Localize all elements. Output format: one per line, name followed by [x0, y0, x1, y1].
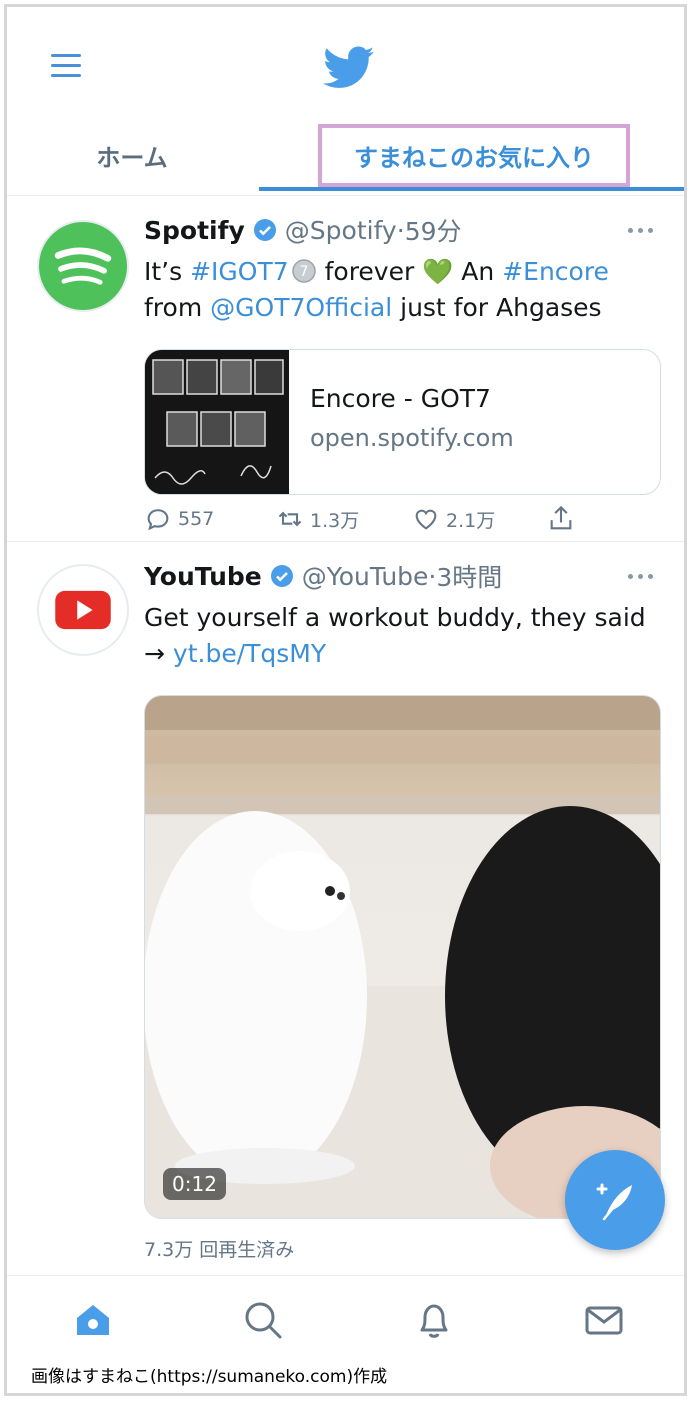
tweet-spotify[interactable]: Spotify @Spotify · 59分 It’s #IGOT7 7 fore… [7, 196, 684, 542]
like-button[interactable]: 2.1万 [412, 505, 547, 533]
timestamp[interactable]: 59分 [405, 212, 462, 248]
video-duration-badge: 0:12 [163, 1168, 226, 1200]
reply-button[interactable]: 557 [144, 505, 276, 533]
retweet-count: 1.3万 [310, 509, 360, 532]
search-icon [245, 1302, 282, 1339]
nav-search[interactable] [243, 1300, 283, 1340]
nav-messages[interactable] [584, 1300, 624, 1340]
tab-favorites-label: すまねこのお気に入り [318, 123, 630, 187]
verified-badge-icon [270, 565, 293, 587]
mention-got7official[interactable]: @GOT7Official [210, 293, 392, 322]
header: ホーム すまねこのお気に入り [7, 7, 684, 196]
bell-icon [420, 1304, 448, 1338]
tweet-header: Spotify @Spotify · 59分 [144, 212, 658, 248]
youtube-logo-icon [55, 590, 111, 630]
more-options-icon[interactable] [628, 564, 658, 579]
compose-tweet-button[interactable] [565, 1150, 665, 1250]
tweet-text: Get yourself a workout buddy, they said … [144, 600, 658, 672]
tweet-link[interactable]: yt.be/TqsMY [173, 639, 326, 668]
hashtag-igot7[interactable]: #IGOT7 [190, 257, 289, 286]
green-heart-emoji: 💚 [422, 257, 454, 286]
separator-dot: · [428, 561, 437, 591]
verified-badge-icon [253, 219, 276, 241]
app-frame: ホーム すまねこのお気に入り Spotify @Spotify · 59分 It… [4, 4, 687, 1396]
view-count: 7.3万 回再生済み [144, 1239, 295, 1261]
timeline-feed[interactable]: Spotify @Spotify · 59分 It’s #IGOT7 7 fore… [7, 196, 684, 1316]
display-name[interactable]: Spotify [144, 216, 245, 245]
menu-icon[interactable] [51, 54, 81, 84]
twitter-bird-icon [323, 46, 375, 88]
album-art-image [145, 350, 289, 494]
like-count: 2.1万 [446, 509, 496, 532]
display-name[interactable]: YouTube [144, 562, 262, 591]
handle[interactable]: @YouTube [302, 562, 429, 591]
nav-notifications[interactable] [414, 1300, 454, 1340]
video-thumbnail-image [145, 696, 660, 1218]
text-segment: forever [316, 257, 423, 286]
link-card[interactable]: Encore - GOT7 open.spotify.com [144, 349, 661, 495]
tab-favorites[interactable]: すまねこのお気に入り [259, 117, 684, 193]
home-icon [77, 1305, 109, 1335]
tweet-header: YouTube @YouTube · 3時間 [144, 558, 658, 594]
avatar[interactable] [37, 564, 129, 656]
bottom-navigation: 画像はすまねこ(https://sumaneko.com)作成 [7, 1275, 684, 1393]
card-domain: open.spotify.com [310, 424, 514, 452]
reply-count: 557 [178, 508, 215, 530]
mail-icon [585, 1306, 623, 1335]
heart-icon [415, 509, 437, 530]
nav-home[interactable] [73, 1300, 113, 1340]
reply-icon [147, 509, 169, 531]
avatar[interactable] [37, 220, 129, 312]
text-segment: Get yourself a workout buddy, they said [144, 603, 646, 632]
text-segment: from [144, 293, 211, 322]
hashtag-encore[interactable]: #Encore [502, 257, 609, 286]
text-segment: An [453, 257, 503, 286]
separator-dot: · [396, 215, 405, 245]
card-title: Encore - GOT7 [310, 384, 491, 413]
arrow-text: → [144, 639, 173, 668]
text-segment: It’s [144, 257, 191, 286]
got7-emoji-icon: 7 [291, 259, 316, 283]
more-options-icon[interactable] [628, 218, 658, 233]
retweet-button[interactable]: 1.3万 [276, 505, 412, 533]
tab-home[interactable]: ホーム [7, 117, 257, 193]
image-credit-caption: 画像はすまねこ(https://sumaneko.com)作成 [31, 1367, 388, 1387]
text-segment: just for Ahgases [392, 293, 602, 322]
share-icon [550, 505, 572, 530]
tweet-actions: 557 1.3万 2.1万 [144, 505, 658, 533]
tweet-text: It’s #IGOT7 7 forever 💚 An #Encore from @… [144, 254, 658, 326]
tab-home-label: ホーム [96, 143, 168, 172]
handle[interactable]: @Spotify [285, 216, 397, 245]
spotify-logo-icon [54, 247, 112, 285]
retweet-icon [278, 511, 302, 527]
timestamp[interactable]: 3時間 [436, 558, 502, 594]
svg-text:7: 7 [299, 264, 308, 280]
video-player[interactable]: 0:12 [144, 695, 661, 1219]
share-button[interactable] [547, 505, 581, 533]
active-tab-indicator [259, 187, 684, 191]
compose-feather-icon [596, 1183, 632, 1221]
